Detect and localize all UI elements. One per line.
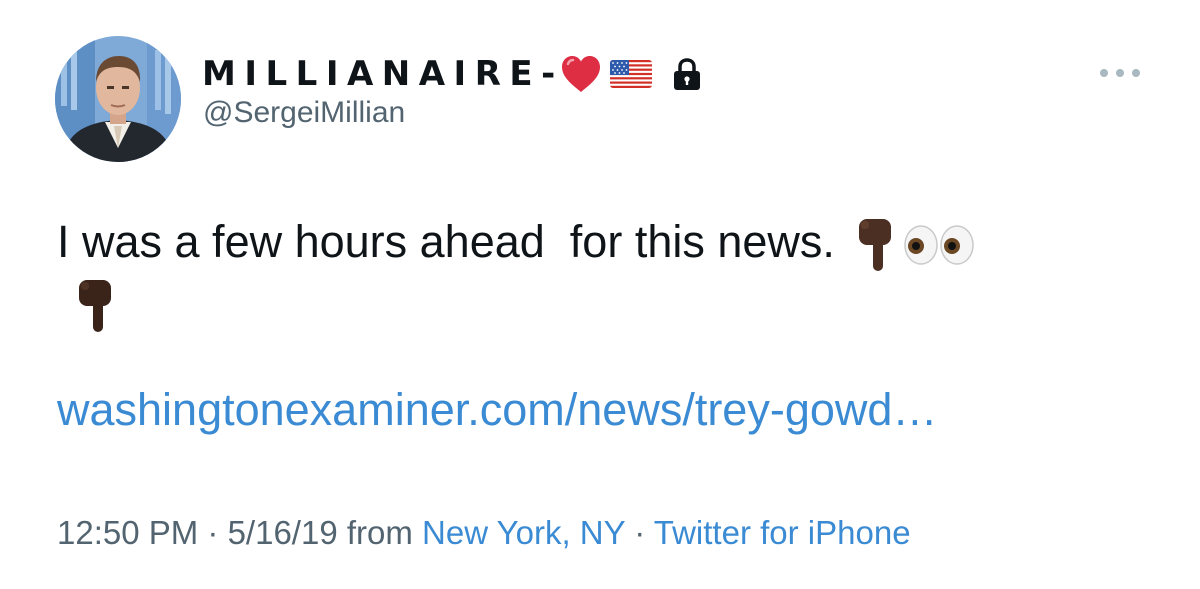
avatar-image — [55, 36, 181, 162]
display-name-text: MILLIANAIRE- — [202, 54, 564, 94]
tweet-meta: 12:50 PM · 5/16/19 from New York, NY · T… — [57, 514, 911, 552]
from-label: from — [337, 514, 423, 551]
tweet-link[interactable]: washingtonexaminer.com/news/trey-gowd… — [57, 384, 937, 436]
tweet-card: MILLIANAIRE- @SergeiMillian I was a few … — [0, 0, 1200, 589]
tweet-source[interactable]: Twitter for iPhone — [654, 514, 911, 551]
tweet-location[interactable]: New York, NY — [422, 514, 625, 551]
eyes-icon — [904, 225, 974, 265]
tweet-text-line-2 — [75, 273, 1157, 334]
tweet-date[interactable]: 5/16/19 — [228, 514, 338, 551]
heart-icon — [561, 56, 600, 92]
lock-icon — [673, 58, 700, 90]
meta-separator: · — [625, 514, 654, 551]
pointing-down-icon — [79, 280, 111, 333]
meta-separator: · — [198, 514, 228, 551]
more-options-button[interactable] — [1096, 62, 1144, 84]
tweet-text-body: I was a few hours ahead for this news. — [57, 216, 835, 267]
pointing-down-icon — [858, 219, 891, 272]
more-dots-icon — [1100, 69, 1140, 77]
tweet-text: I was a few hours ahead for this news. — [57, 212, 1157, 334]
us-flag-icon — [609, 60, 652, 88]
avatar[interactable] — [55, 36, 181, 162]
user-handle[interactable]: @SergeiMillian — [203, 96, 405, 130]
display-name[interactable]: MILLIANAIRE- — [202, 52, 702, 96]
tweet-time[interactable]: 12:50 PM — [57, 514, 198, 551]
